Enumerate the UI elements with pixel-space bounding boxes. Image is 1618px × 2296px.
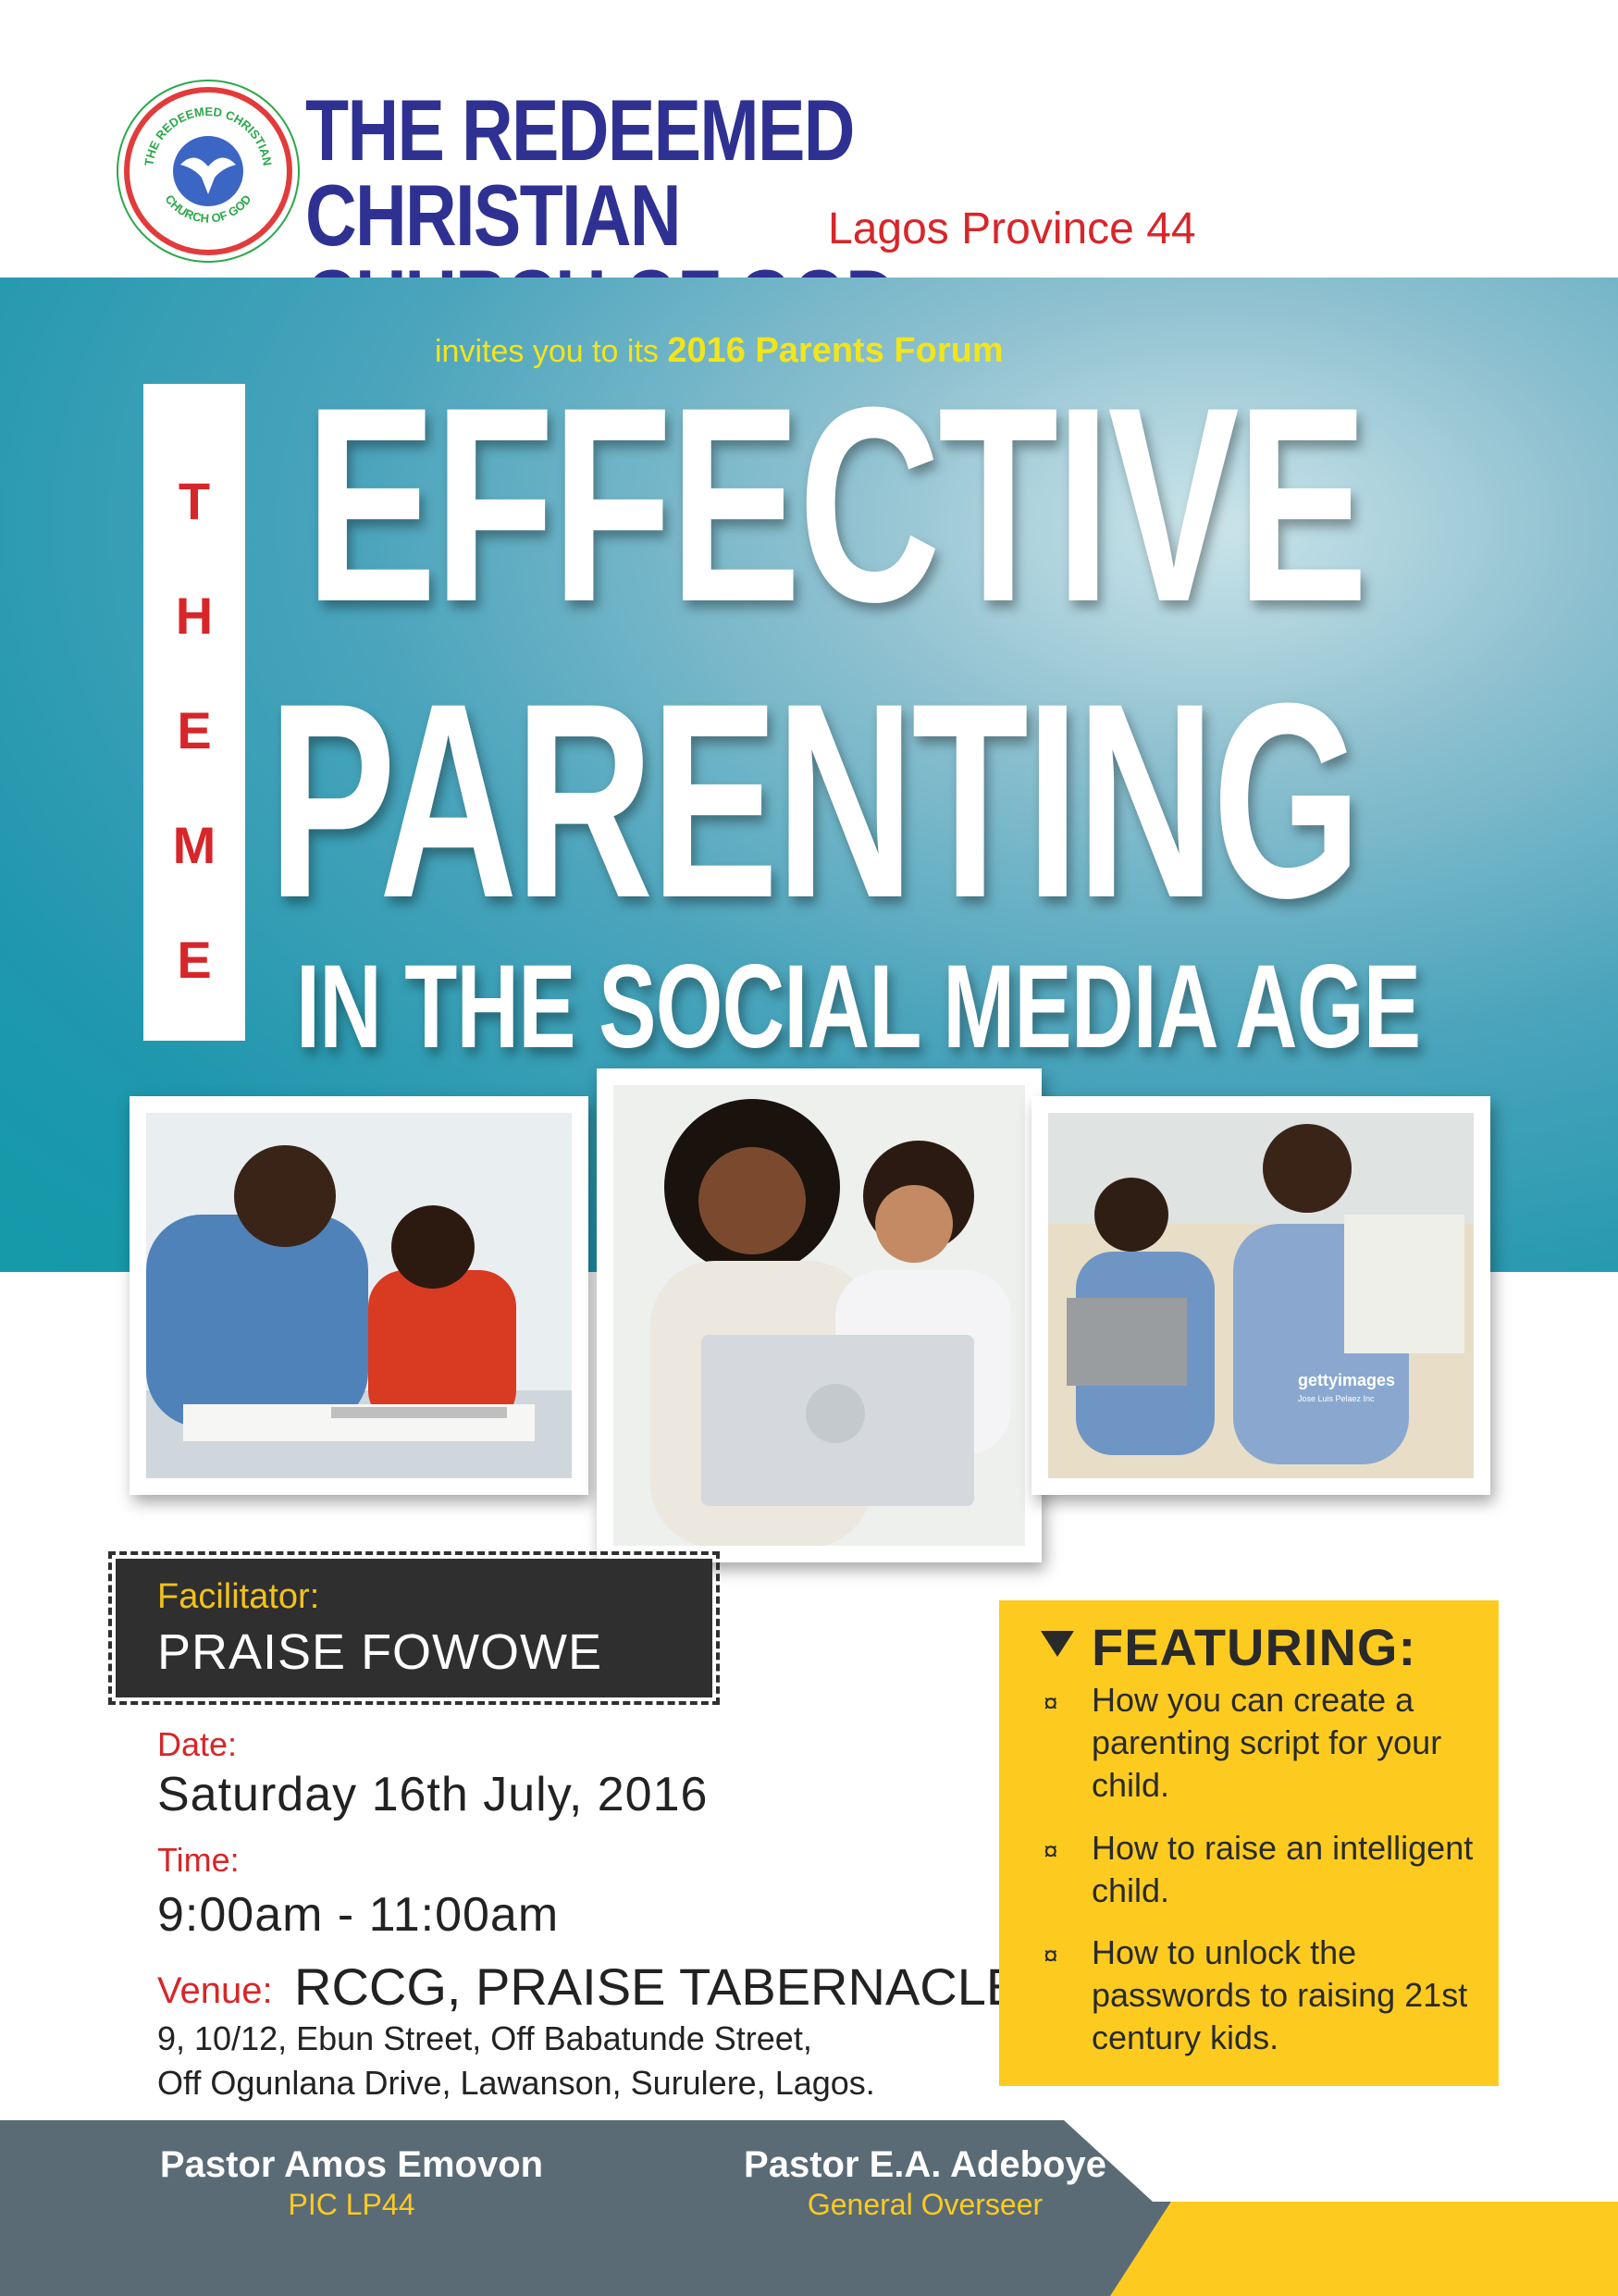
theme-letter: E [177, 701, 212, 759]
dove-logo-icon: THE REDEEMED CHRISTIAN CHURCH OF GOD [134, 97, 282, 245]
title-line-3: IN THE SOCIAL MEDIA AGE [296, 941, 1421, 1073]
venue-label: Venue: [157, 1970, 273, 2011]
featuring-item: How you can create a parenting script fo… [1092, 1681, 1442, 1804]
date-value: Saturday 16th July, 2016 [157, 1768, 709, 1821]
theme-letter: M [172, 816, 216, 874]
bullet-icon: ¤ [1044, 1836, 1058, 1865]
photo-image [146, 1113, 572, 1478]
watermark-credit: Jose Luis Pelaez Inc [1298, 1394, 1375, 1403]
theme-letter: H [175, 586, 214, 645]
watermark-text: gettyimages [1298, 1371, 1395, 1389]
pastor-right-name: Pastor E.A. Adeboye [744, 2144, 1106, 2185]
featuring-item: How to raise an intelligent child. [1092, 1829, 1474, 1909]
theme-letter: E [177, 931, 212, 989]
province-label: Lagos Province 44 [828, 204, 1196, 253]
venue-name: RCCG, PRAISE TABERNACLE [294, 1957, 1021, 2016]
photo-father-son-couch: gettyimages Jose Luis Pelaez Inc [1031, 1096, 1490, 1495]
title-line-2: PARENTING [268, 645, 1362, 956]
facilitator-label: Facilitator: [157, 1577, 320, 1616]
photo-mother-daughter-laptop [597, 1068, 1042, 1562]
time-label: Time: [157, 1841, 240, 1879]
footer-yellow-shape [1110, 2202, 1618, 2296]
church-logo: THE REDEEMED CHRISTIAN CHURCH OF GOD [130, 93, 287, 250]
bullet-icon: ¤ [1044, 1941, 1058, 1969]
facilitator-name: PRAISE FOWOWE [157, 1624, 603, 1680]
venue-address-line1: 9, 10/12, Ebun Street, Off Babatunde Str… [157, 2019, 812, 2057]
triangle-down-icon [1041, 1631, 1074, 1657]
pastor-left-name: Pastor Amos Emovon [159, 2144, 544, 2185]
pastor-right-role: General Overseer [807, 2188, 1044, 2221]
photo-image: gettyimages Jose Luis Pelaez Inc [1048, 1113, 1474, 1478]
time-value: 9:00am - 11:00am [157, 1888, 560, 1942]
photo-image [613, 1085, 1025, 1546]
bullet-icon: ¤ [1044, 1688, 1058, 1717]
photo-father-son-homework [130, 1096, 588, 1495]
venue-address-line2: Off Ogunlana Drive, Lawanson, Surulere, … [157, 2064, 875, 2102]
venue-address: 9, 10/12, Ebun Street, Off Babatunde Str… [157, 2017, 875, 2105]
theme-letter: T [178, 472, 211, 530]
date-label: Date: [157, 1725, 238, 1763]
theme-label: THEME [143, 444, 245, 1018]
title-line-1: EFFECTIVE [305, 349, 1368, 660]
footer-white-shape [1064, 2120, 1618, 2202]
featuring-title: FEATURING: [1092, 1618, 1417, 1676]
pastor-left-role: PIC LP44 [288, 2188, 415, 2221]
featuring-item: How to unlock the passwords to raising 2… [1092, 1933, 1468, 2056]
